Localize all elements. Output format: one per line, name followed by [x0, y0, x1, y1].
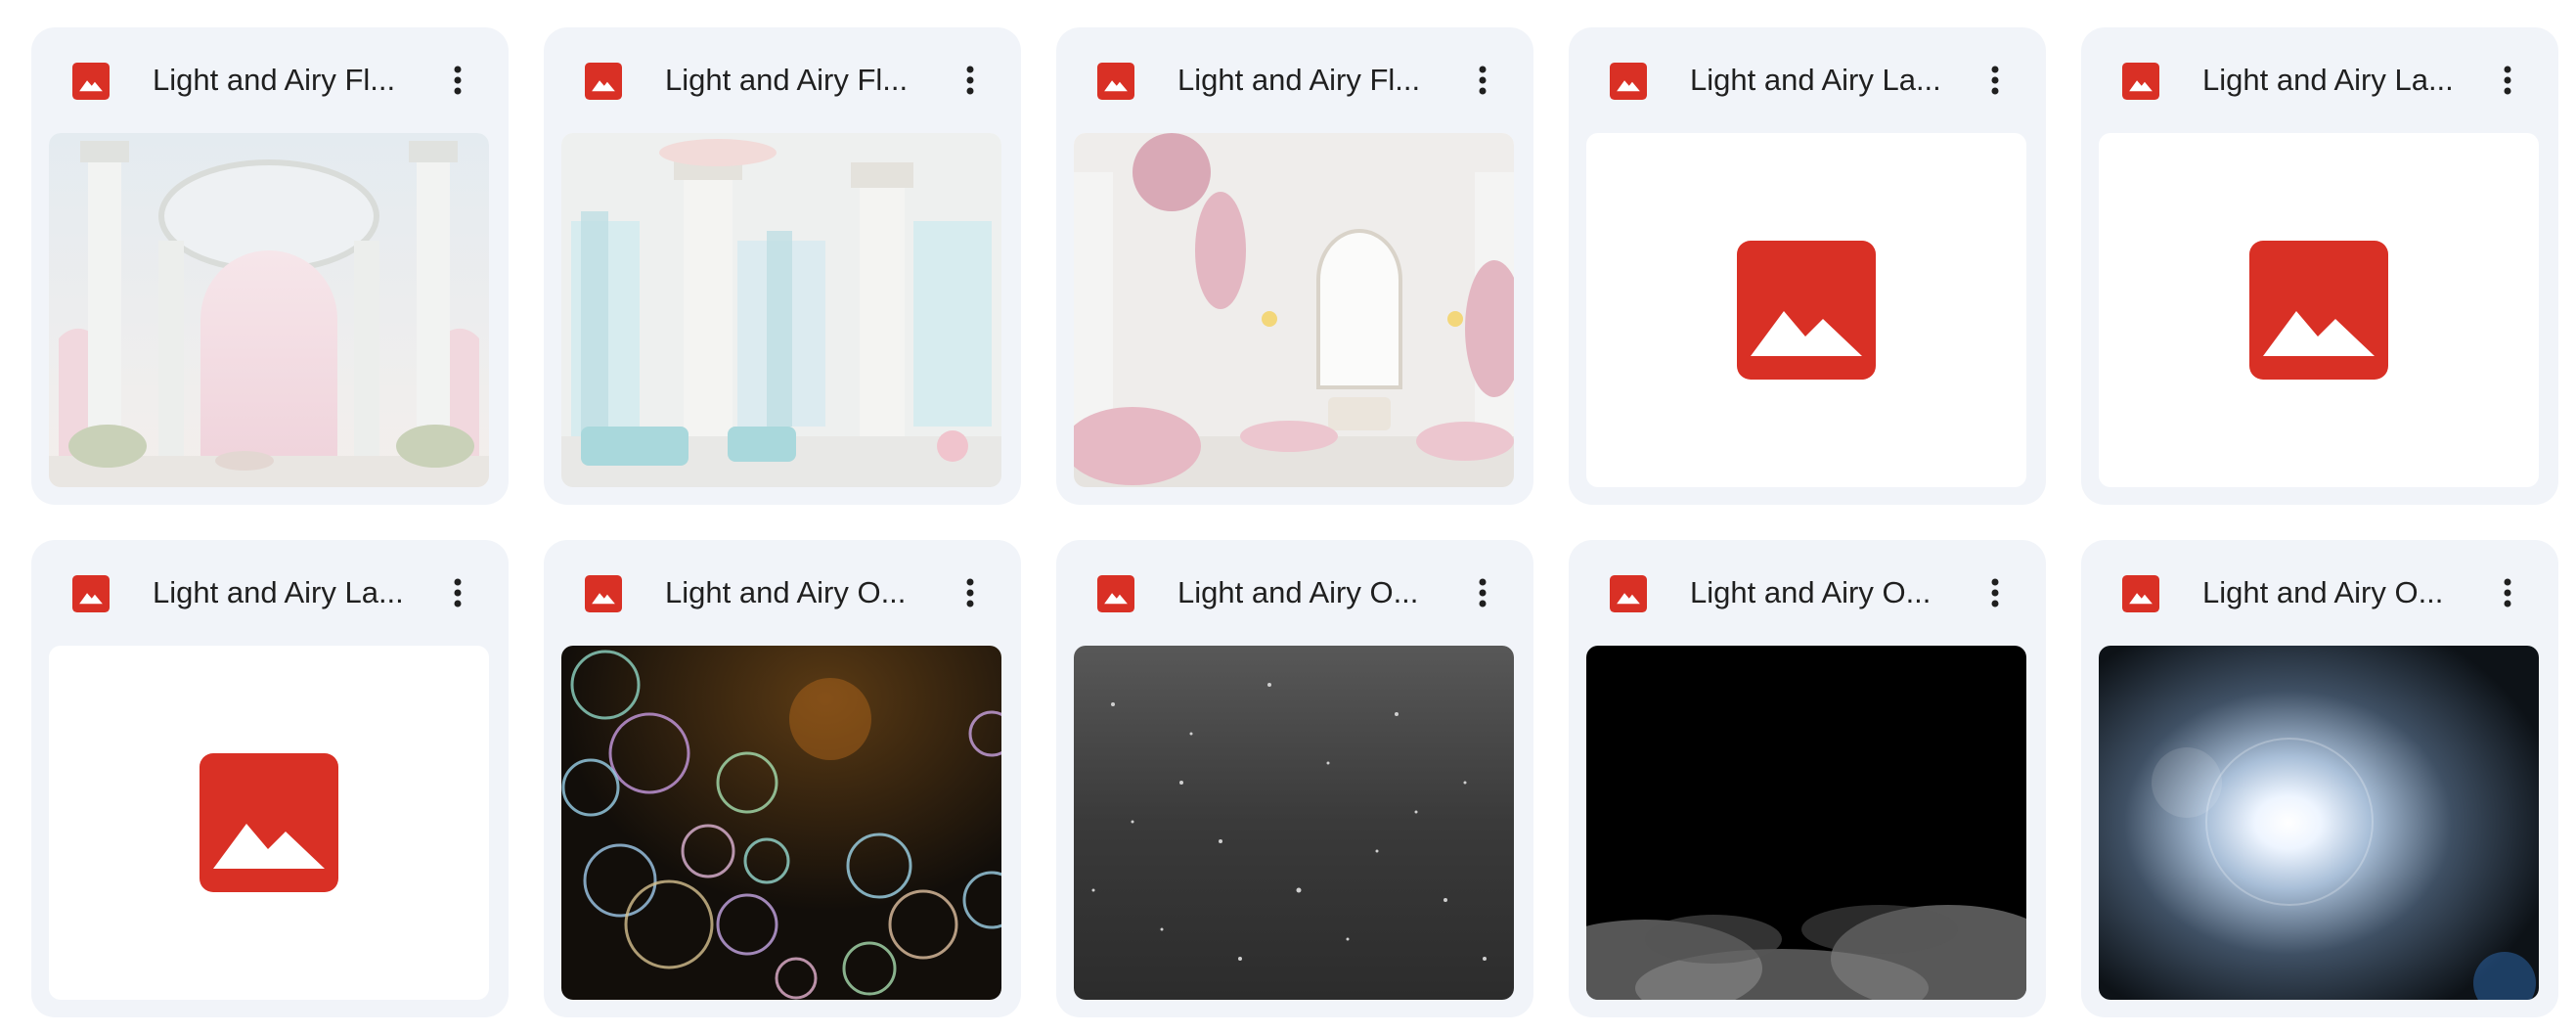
- file-card[interactable]: Light and Airy O...: [1569, 540, 2046, 1017]
- file-card-header: Light and Airy O...: [2081, 540, 2558, 646]
- file-card[interactable]: Light and Airy La...: [1569, 27, 2046, 505]
- file-thumbnail[interactable]: [1586, 133, 2026, 487]
- file-card[interactable]: Light and Airy O...: [2081, 540, 2558, 1017]
- file-card-header: Light and Airy O...: [1056, 540, 1533, 646]
- file-card-header: Light and Airy O...: [544, 540, 1021, 646]
- file-thumbnail[interactable]: [561, 133, 1001, 487]
- file-title[interactable]: Light and Airy O...: [2202, 569, 2470, 616]
- file-title[interactable]: Light and Airy La...: [1690, 57, 1958, 104]
- file-title[interactable]: Light and Airy Fl...: [1177, 57, 1445, 104]
- file-card[interactable]: Light and Airy O...: [544, 540, 1021, 1017]
- file-card[interactable]: Light and Airy Fl...: [544, 27, 1021, 505]
- file-title[interactable]: Light and Airy Fl...: [153, 57, 421, 104]
- image-file-icon: [585, 63, 622, 100]
- file-card-header: Light and Airy O...: [1569, 540, 2046, 646]
- file-thumbnail[interactable]: [2099, 646, 2539, 1000]
- image-placeholder-icon: [200, 753, 338, 892]
- file-card-header: Light and Airy Fl...: [31, 27, 509, 133]
- file-thumbnail[interactable]: [1074, 133, 1514, 487]
- file-title[interactable]: Light and Airy La...: [153, 569, 421, 616]
- more-options-icon[interactable]: [1972, 569, 2019, 616]
- file-card-header: Light and Airy La...: [31, 540, 509, 646]
- more-options-icon[interactable]: [2484, 57, 2531, 104]
- file-title[interactable]: Light and Airy La...: [2202, 57, 2470, 104]
- image-file-icon: [2122, 63, 2159, 100]
- image-file-icon: [1610, 575, 1647, 612]
- image-file-icon: [1097, 63, 1134, 100]
- file-title[interactable]: Light and Airy O...: [1690, 569, 1958, 616]
- file-thumbnail[interactable]: [49, 133, 489, 487]
- image-file-icon: [72, 63, 110, 100]
- file-title[interactable]: Light and Airy O...: [1177, 569, 1445, 616]
- file-thumbnail[interactable]: [49, 646, 489, 1000]
- file-title[interactable]: Light and Airy O...: [665, 569, 933, 616]
- file-card-header: Light and Airy Fl...: [1056, 27, 1533, 133]
- file-card[interactable]: Light and Airy Fl...: [1056, 27, 1533, 505]
- file-card[interactable]: Light and Airy Fl...: [31, 27, 509, 505]
- more-options-icon[interactable]: [434, 57, 481, 104]
- image-file-icon: [1097, 575, 1134, 612]
- image-placeholder-icon: [1737, 241, 1876, 380]
- file-grid: Light and Airy Fl... Light and Airy Fl..…: [31, 27, 2558, 1017]
- file-card-header: Light and Airy Fl...: [544, 27, 1021, 133]
- more-options-icon[interactable]: [2484, 569, 2531, 616]
- more-options-icon[interactable]: [434, 569, 481, 616]
- file-card[interactable]: Light and Airy La...: [31, 540, 509, 1017]
- more-options-icon[interactable]: [1459, 569, 1506, 616]
- file-thumbnail[interactable]: [561, 646, 1001, 1000]
- file-thumbnail[interactable]: [1586, 646, 2026, 1000]
- file-thumbnail[interactable]: [2099, 133, 2539, 487]
- file-card[interactable]: Light and Airy La...: [2081, 27, 2558, 505]
- file-card-header: Light and Airy La...: [2081, 27, 2558, 133]
- more-options-icon[interactable]: [947, 569, 994, 616]
- image-placeholder-icon: [2249, 241, 2388, 380]
- file-title[interactable]: Light and Airy Fl...: [665, 57, 933, 104]
- file-card-header: Light and Airy La...: [1569, 27, 2046, 133]
- image-file-icon: [585, 575, 622, 612]
- file-card[interactable]: Light and Airy O...: [1056, 540, 1533, 1017]
- more-options-icon[interactable]: [1459, 57, 1506, 104]
- image-file-icon: [1610, 63, 1647, 100]
- image-file-icon: [2122, 575, 2159, 612]
- more-options-icon[interactable]: [947, 57, 994, 104]
- more-options-icon[interactable]: [1972, 57, 2019, 104]
- image-file-icon: [72, 575, 110, 612]
- file-thumbnail[interactable]: [1074, 646, 1514, 1000]
